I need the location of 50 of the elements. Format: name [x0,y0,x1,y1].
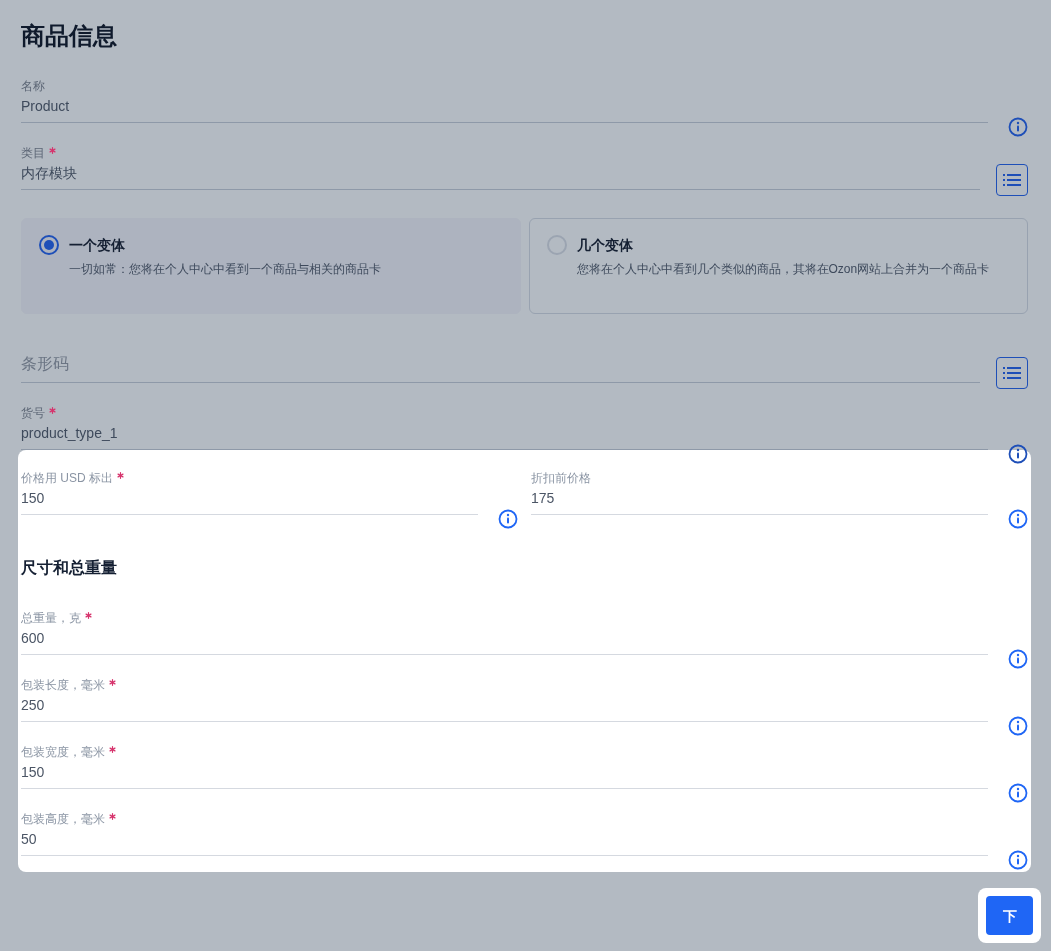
info-icon[interactable] [1008,117,1028,137]
input-field[interactable]: 包装宽度，毫米 150 [21,744,988,789]
info-icon[interactable] [1008,509,1028,529]
field-value: 50 [21,830,38,849]
input-field[interactable]: 包装高度，毫米 50 [21,811,988,856]
field-value: 内存模块 [21,164,78,183]
input-field[interactable]: 价格用 USD 标出 150 [21,470,478,515]
variant-title: 几个变体 [576,236,634,255]
field-placeholder: 条形码 [21,354,70,374]
field-label: 包装高度，毫米 [21,811,105,827]
field-label: 货号 [21,405,45,421]
next-button[interactable]: 下 [986,896,1033,935]
field-value: 150 [21,763,46,782]
field-value: 250 [21,696,46,715]
info-icon[interactable] [1008,783,1028,803]
input-field[interactable]: 名称 Product [21,78,988,123]
info-icon[interactable] [1008,716,1028,736]
info-icon[interactable] [498,509,518,529]
field-value: 150 [21,489,46,508]
list-button[interactable] [996,357,1028,389]
page-title: 商品信息 [21,21,118,51]
info-icon[interactable] [1008,444,1028,464]
field-label: 名称 [21,78,45,94]
variant-description: 您将在个人中心中看到几个类似的商品，其将在Ozon网站上合并为一个商品卡 [576,261,990,278]
list-icon [1003,367,1021,379]
field-label: 包装长度，毫米 [21,677,105,693]
input-field[interactable]: 包装长度，毫米 250 [21,677,988,722]
radio-button[interactable] [546,235,567,255]
field-label: 折扣前价格 [531,470,591,486]
variant-description: 一切如常：您将在个人中心中看到一个商品与相关的商品卡 [69,261,381,278]
input-field[interactable]: 总重量，克 600 [21,610,988,655]
variant-title: 一个变体 [69,236,126,255]
variant-option-card[interactable]: 一个变体 一切如常：您将在个人中心中看到一个商品与相关的商品卡 [21,218,521,314]
field-label: 类目 [21,145,45,161]
info-icon[interactable] [1008,850,1028,870]
input-field[interactable]: 类目 内存模块 [21,145,980,190]
field-value: 600 [21,629,46,648]
field-value: Product [21,97,71,116]
list-icon [1003,174,1021,186]
field-value: 175 [531,489,556,508]
field-label: 价格用 USD 标出 [21,470,113,486]
field-label: 包装宽度，毫米 [21,744,105,760]
info-icon[interactable] [1008,649,1028,669]
field-label: 总重量，克 [21,610,81,626]
list-button[interactable] [996,164,1028,196]
field-value: product_type_1 [21,424,119,443]
variant-option-card[interactable]: 几个变体 您将在个人中心中看到几个类似的商品，其将在Ozon网站上合并为一个商品卡 [528,218,1028,314]
input-field[interactable]: 折扣前价格 175 [531,470,988,515]
radio-button[interactable] [39,235,59,255]
section-title: 尺寸和总重量 [21,558,118,578]
